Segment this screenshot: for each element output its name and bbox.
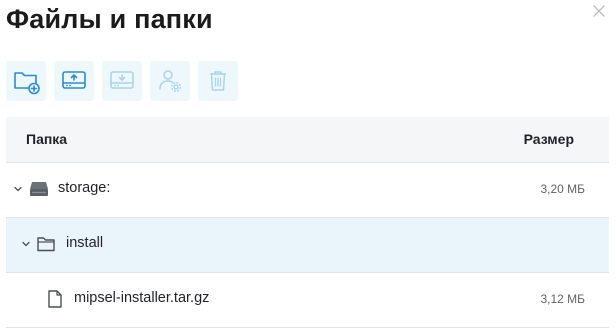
new-folder-icon: [14, 72, 40, 95]
table-row-file[interactable]: mipsel-installer.tar.gz 3,12 МБ: [6, 273, 609, 328]
drive-icon: [30, 182, 48, 196]
new-folder-button[interactable]: [6, 61, 46, 101]
download-button[interactable]: [102, 61, 142, 101]
chevron-down-icon[interactable]: [13, 184, 23, 194]
delete-button[interactable]: [198, 61, 238, 101]
user-permissions-icon: [159, 70, 182, 93]
file-manager-dialog: Файлы и папки Папка Размер storage: 3,20…: [0, 0, 616, 333]
file-icon: [48, 290, 62, 308]
table-row-install[interactable]: install: [6, 218, 609, 273]
column-header-name[interactable]: Папка: [26, 131, 67, 147]
folder-icon: [37, 237, 55, 252]
row-name: install: [66, 235, 104, 251]
close-icon: [593, 5, 605, 17]
table-row-storage[interactable]: storage: 3,20 МБ: [6, 163, 609, 218]
row-name: mipsel-installer.tar.gz: [74, 290, 210, 306]
row-name: storage:: [58, 180, 111, 196]
trash-icon: [210, 71, 226, 91]
dialog-title: Файлы и папки: [6, 4, 213, 34]
download-icon: [110, 71, 134, 89]
row-size: 3,20 МБ: [540, 182, 585, 196]
user-permissions-button[interactable]: [150, 61, 190, 101]
upload-button[interactable]: [54, 61, 94, 101]
upload-icon: [62, 71, 86, 89]
file-table: Папка Размер storage: 3,20 МБ install mi…: [6, 117, 609, 328]
chevron-down-icon[interactable]: [21, 239, 31, 249]
column-header-size[interactable]: Размер: [524, 131, 574, 147]
close-button[interactable]: [591, 3, 607, 19]
toolbar: [6, 61, 238, 101]
table-header: Папка Размер: [6, 117, 609, 163]
row-size: 3,12 МБ: [540, 292, 585, 306]
